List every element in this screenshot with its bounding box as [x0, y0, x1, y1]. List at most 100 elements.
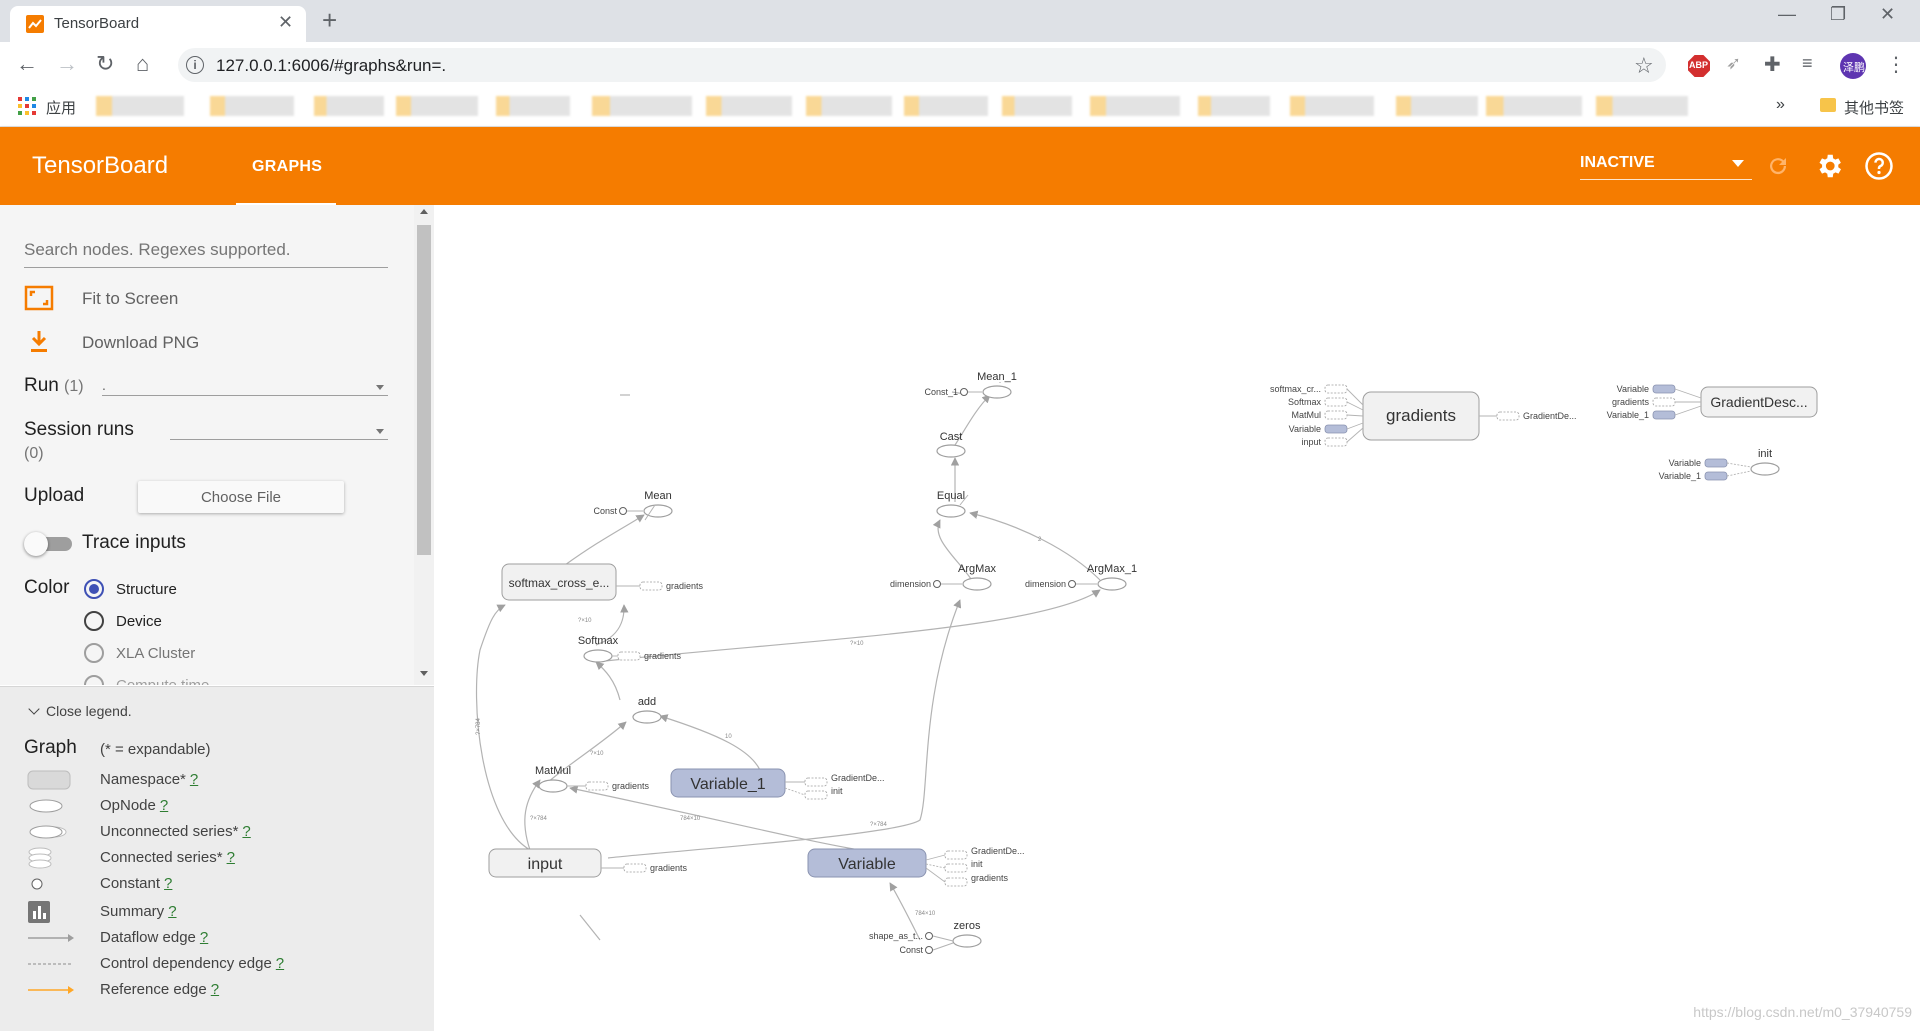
address-bar[interactable]: i 127.0.0.1:6006/#graphs&run=. ☆ — [178, 48, 1666, 82]
aux-in-input[interactable] — [1324, 437, 1348, 447]
help-icon[interactable] — [1864, 151, 1894, 181]
bookmark-star-icon[interactable]: ☆ — [1634, 53, 1654, 79]
node-argmax-1[interactable] — [1097, 577, 1127, 591]
apps-grid-icon[interactable] — [18, 97, 36, 115]
graph-svg[interactable]: ?×10 ?×784 ?×784 784×10 ?×10 10 ?×10 ?×7… — [434, 205, 1920, 1030]
bookmark-item[interactable] — [592, 96, 692, 116]
bookmark-item[interactable] — [1002, 96, 1072, 116]
profile-avatar[interactable]: 泽鹏 — [1840, 53, 1866, 79]
back-icon[interactable]: ← — [16, 51, 38, 77]
tab-close-icon[interactable]: ✕ — [278, 12, 293, 33]
aux-gradients-input[interactable] — [623, 863, 647, 873]
adblock-icon[interactable]: ABP — [1688, 55, 1710, 77]
trace-inputs-toggle[interactable] — [24, 531, 72, 556]
close-legend-button[interactable]: Close legend. — [28, 703, 132, 719]
apps-label[interactable]: 应用 — [46, 97, 76, 118]
legend-help-link[interactable]: ? — [164, 875, 172, 892]
bookmark-item[interactable] — [210, 96, 294, 116]
other-bookmarks[interactable]: 其他书签 — [1844, 97, 1904, 118]
bookmark-item[interactable] — [1198, 96, 1270, 116]
tab-graphs[interactable]: GRAPHS — [236, 127, 336, 205]
aux-in-variable-1[interactable] — [1652, 410, 1676, 420]
aux-init-variable-1[interactable] — [1704, 471, 1728, 481]
browser-tab[interactable]: TensorBoard ✕ — [10, 6, 306, 42]
new-tab-icon[interactable]: + — [322, 5, 337, 36]
legend-help-link[interactable]: ? — [211, 981, 219, 998]
browser-menu-icon[interactable]: ⋮ — [1886, 52, 1908, 76]
site-info-icon[interactable]: i — [186, 56, 204, 74]
aux-init-variable[interactable] — [944, 863, 968, 873]
bookmark-item[interactable] — [1090, 96, 1180, 116]
bookmark-item[interactable] — [806, 96, 892, 116]
fit-to-screen-button[interactable]: Fit to Screen — [24, 285, 324, 313]
bookmark-item[interactable] — [1596, 96, 1688, 116]
bookmark-item[interactable] — [706, 96, 792, 116]
scroll-down-icon[interactable] — [420, 671, 428, 676]
node-zeros[interactable] — [952, 934, 982, 948]
node-init[interactable] — [1750, 462, 1780, 476]
aux-in-softmax-cr[interactable] — [1324, 384, 1348, 394]
node-const[interactable] — [619, 507, 627, 515]
node-const-zeros[interactable] — [925, 946, 933, 954]
node-softmax[interactable] — [583, 649, 613, 663]
aux-init-variable-1[interactable] — [804, 790, 828, 800]
scroll-up-icon[interactable] — [420, 209, 428, 214]
node-softmax-cross-entropy[interactable]: softmax_cross_e... — [501, 563, 617, 601]
node-variable-1[interactable]: Variable_1 — [670, 768, 786, 798]
bookmark-item[interactable] — [1290, 96, 1374, 116]
node-matmul[interactable] — [538, 779, 568, 793]
legend-help-link[interactable]: ? — [200, 929, 208, 946]
bookmark-item[interactable] — [496, 96, 570, 116]
media-control-icon[interactable]: ≡ — [1802, 53, 1824, 75]
node-argmax[interactable] — [962, 577, 992, 591]
url-text[interactable]: 127.0.0.1:6006/#graphs&run=. — [216, 56, 446, 76]
node-mean-1[interactable] — [982, 385, 1012, 399]
graph-canvas[interactable]: ?×10 ?×784 ?×784 784×10 ?×10 10 ?×10 ?×7… — [434, 205, 1920, 1030]
aux-in-variable[interactable] — [1652, 384, 1676, 394]
legend-help-link[interactable]: ? — [160, 797, 168, 814]
node-variable[interactable]: Variable — [807, 848, 927, 878]
node-gradients[interactable]: gradients — [1362, 391, 1480, 441]
restore-icon[interactable]: ❐ — [1830, 4, 1846, 25]
bookmark-item[interactable] — [314, 96, 384, 116]
bookmarks-more-icon[interactable]: » — [1776, 96, 1785, 114]
node-dimension[interactable] — [933, 580, 941, 588]
aux-gradientde-variable[interactable] — [944, 850, 968, 860]
run-dropdown[interactable]: . — [102, 377, 388, 396]
bookmark-item[interactable] — [1396, 96, 1478, 116]
aux-in-softmax[interactable] — [1324, 397, 1348, 407]
node-cast[interactable] — [936, 444, 966, 458]
home-icon[interactable]: ⌂ — [136, 51, 149, 77]
node-equal[interactable] — [936, 504, 966, 518]
legend-help-link[interactable]: ? — [190, 771, 198, 788]
legend-help-link[interactable]: ? — [242, 823, 250, 840]
bookmark-item[interactable] — [1486, 96, 1582, 116]
legend-help-link[interactable]: ? — [227, 849, 235, 866]
run-status-dropdown[interactable]: INACTIVE — [1580, 149, 1752, 180]
color-compute-radio[interactable] — [84, 675, 104, 685]
aux-gradients-softmax-cross[interactable] — [639, 581, 663, 591]
sidebar-scrollbar[interactable] — [414, 205, 434, 685]
color-xla-radio[interactable] — [84, 643, 104, 663]
node-shape-as-tensor[interactable] — [925, 932, 933, 940]
aux-in-variable[interactable] — [1324, 424, 1348, 434]
bird-extension-icon[interactable]: ➶ — [1726, 53, 1748, 75]
reload-page-icon[interactable]: ↻ — [96, 51, 114, 77]
node-add[interactable] — [632, 710, 662, 724]
forward-icon[interactable]: → — [56, 51, 78, 77]
node-gradient-descent[interactable]: GradientDesc... — [1700, 386, 1818, 418]
legend-help-link[interactable]: ? — [168, 903, 176, 920]
node-const-1[interactable] — [960, 388, 968, 396]
bookmark-item[interactable] — [396, 96, 478, 116]
bookmark-item[interactable] — [904, 96, 988, 116]
aux-gradients-softmax[interactable] — [617, 651, 641, 661]
settings-gear-icon[interactable] — [1814, 151, 1844, 181]
aux-in-gradients[interactable] — [1652, 397, 1676, 407]
download-png-button[interactable]: Download PNG — [24, 329, 324, 357]
bookmark-item[interactable] — [96, 96, 184, 116]
color-device-radio[interactable] — [84, 611, 104, 631]
node-dimension[interactable] — [1068, 580, 1076, 588]
aux-gradientde-gradients[interactable] — [1496, 411, 1520, 421]
minimize-icon[interactable]: — — [1778, 4, 1796, 25]
aux-init-variable[interactable] — [1704, 458, 1728, 468]
